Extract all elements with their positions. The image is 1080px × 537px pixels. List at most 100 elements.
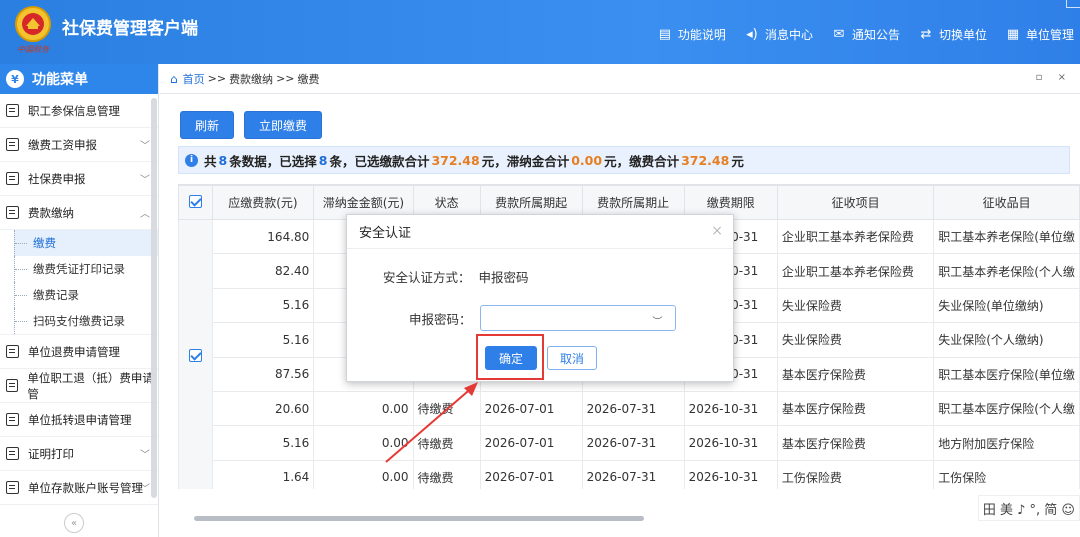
- table-cell: 失业保险(个人缴纳): [933, 322, 1080, 358]
- topnav-item-3[interactable]: ⇄ 切换单位: [918, 26, 987, 43]
- topnav-item-0[interactable]: ▤ 功能说明: [657, 26, 726, 43]
- table-cell: 工伤保险: [933, 459, 1080, 489]
- table-cell: 职工基本养老保险(单位缴: [933, 218, 1080, 255]
- table-cell: 企业职工基本养老保险费: [776, 253, 935, 289]
- close-icon[interactable]: ×: [711, 223, 723, 239]
- table-cell: 2026-07-31: [581, 425, 685, 461]
- chevron-icon: ﹀: [140, 175, 150, 186]
- sidebar-item[interactable]: 费款缴纳 ︿: [0, 196, 158, 230]
- menu-list-icon: [6, 413, 19, 426]
- input-method-tray[interactable]: 田 美 ♪ °, 简 ☺: [977, 495, 1080, 521]
- summary-text: 元，缴费合计: [604, 153, 680, 169]
- sidebar-item[interactable]: 单位退费申请管理: [0, 335, 158, 369]
- table-cell: 2026-07-01: [479, 425, 583, 461]
- submenu-fee-payment: 缴费 缴费凭证打印记录 缴费记录 扫码支付缴费记录: [0, 230, 158, 335]
- info-icon: i: [185, 153, 198, 167]
- summary-text: 元，滞纳金合计: [481, 153, 570, 169]
- refresh-button[interactable]: 刷新: [180, 111, 235, 139]
- auth-method-label: 安全认证方式：: [383, 270, 471, 285]
- menu-list-icon: [6, 206, 19, 219]
- eye-closed-icon[interactable]: ︶: [653, 313, 663, 328]
- row-checkbox[interactable]: [188, 349, 202, 363]
- chevron-icon: ﹀: [140, 450, 150, 461]
- top-navigation: ▤ 功能说明 ◂) 消息中心 ✉ 通知公告 ⇄ 切换单位 ▦ 单位管理: [657, 26, 1074, 43]
- table-cell: 基本医疗保险费: [776, 390, 935, 427]
- sidebar: ¥ 功能菜单 职工参保信息管理 缴费工资申报 ﹀ 社保费申报 ﹀ 费款缴纳 ︿ 缴费 缴费凭证…: [0, 64, 159, 537]
- breadcrumb-level2: 缴费: [297, 72, 320, 86]
- selected-count: 8: [318, 152, 328, 168]
- submenu-item[interactable]: 扫码支付缴费记录: [14, 308, 158, 334]
- table-cell: 基本医疗保险费: [776, 356, 935, 392]
- sidebar-item[interactable]: 单位抵转退申请管理: [0, 403, 158, 437]
- column-header[interactable]: 征收项目: [776, 185, 935, 220]
- table-cell: 2026-07-31: [581, 390, 685, 427]
- table-cell: 2026-10-31: [683, 390, 778, 427]
- table-cell: 待缴费: [412, 459, 481, 489]
- menu-list-icon: [6, 345, 19, 358]
- sidebar-item-label: 单位抵转退申请管理: [28, 412, 132, 427]
- sidebar-item-label: 职工参保信息管理: [28, 103, 120, 118]
- home-icon: ⌂: [170, 71, 178, 86]
- summary-text: 条数据，已选择: [229, 153, 317, 169]
- building-icon: ▦: [1006, 27, 1020, 42]
- breadcrumb-home[interactable]: 首页: [183, 71, 205, 87]
- password-input[interactable]: ︶: [479, 305, 676, 331]
- cancel-button[interactable]: 取消: [547, 346, 597, 370]
- sidebar-item-label: 社保费申报: [28, 171, 86, 186]
- tab-tools[interactable]: ▫ ×: [1036, 72, 1072, 83]
- sidebar-header-label: 功能菜单: [32, 72, 88, 88]
- breadcrumb-level1[interactable]: 费款缴纳: [229, 71, 273, 87]
- pay-now-button[interactable]: 立即缴费: [244, 111, 323, 139]
- table-row[interactable]: 1.64 0.00 待缴费 2026-07-01 2026-07-31 2026-10-3…: [179, 459, 1080, 489]
- emblem-text: 中国税务: [17, 45, 50, 54]
- sidebar-item[interactable]: 证明打印 ﹀: [0, 437, 158, 471]
- horizontal-scrollbar[interactable]: [194, 516, 644, 521]
- breadcrumb-separator: >>: [276, 72, 295, 85]
- collapse-sidebar-button[interactable]: «: [64, 513, 84, 533]
- mail-icon: ✉: [833, 27, 845, 42]
- table-cell: 待缴费: [412, 425, 481, 461]
- app-title: 社保费管理客户端: [62, 19, 198, 39]
- sidebar-scrollbar[interactable]: [151, 98, 157, 498]
- sidebar-item[interactable]: 缴费工资申报 ﹀: [0, 128, 158, 162]
- table-cell: 失业保险费: [776, 322, 935, 358]
- table-cell: 2026-07-01: [479, 459, 583, 489]
- table-cell: 2026-07-31: [581, 459, 685, 489]
- total-count: 8: [218, 152, 228, 168]
- table-cell: 2026-10-31: [683, 459, 778, 489]
- menu-list-icon: [6, 104, 19, 117]
- submenu-item[interactable]: 缴费记录: [14, 282, 158, 308]
- column-header[interactable]: 征收品目: [933, 185, 1080, 220]
- table-cell: 工伤保险费: [776, 459, 935, 489]
- password-label: 申报密码：: [409, 311, 472, 327]
- table-row[interactable]: 5.160.00待缴费2026-07-012026-07-312026-10-3…: [179, 425, 1080, 461]
- switch-icon: ⇄: [920, 27, 932, 42]
- column-header[interactable]: 应缴费款(元): [211, 185, 315, 220]
- sidebar-item-label: 单位职工退（抵）费申请管: [27, 370, 154, 401]
- select-all-checkbox[interactable]: [188, 194, 202, 208]
- auth-method-value: 申报密码: [478, 270, 529, 285]
- submenu-item[interactable]: 缴费凭证打印记录: [14, 256, 158, 282]
- table-cell: 2026-07-01: [479, 390, 583, 427]
- topnav-item-4[interactable]: ▦ 单位管理: [1005, 26, 1074, 43]
- speaker-icon: ◂): [746, 27, 758, 42]
- topnav-label: 功能说明: [677, 28, 726, 42]
- chevron-icon: ︿: [140, 209, 150, 220]
- menu-list-icon: [6, 172, 19, 185]
- table-row[interactable]: 20.60 0.00 待缴费 2026-07-01 2026-07-31 2026-10-…: [179, 390, 1080, 427]
- sidebar-item[interactable]: 单位职工退（抵）费申请管: [0, 369, 158, 403]
- sidebar-item[interactable]: 社保费申报 ﹀: [0, 162, 158, 196]
- topnav-label: 单位管理: [1025, 28, 1074, 42]
- topnav-item-2[interactable]: ✉ 通知公告: [831, 26, 900, 43]
- summary-bar: i 共 8 条数据，已选择 8 条，已选缴款合计 372.48 元，滞纳金合计 …: [178, 146, 1070, 174]
- table-cell: 20.60: [211, 390, 315, 427]
- sidebar-item[interactable]: 职工参保信息管理: [0, 94, 158, 128]
- submenu-item[interactable]: 缴费: [14, 230, 158, 256]
- chevron-icon: ﹀: [140, 484, 150, 495]
- menu-list-icon: [6, 379, 19, 392]
- topnav-item-1[interactable]: ◂) 消息中心: [744, 26, 813, 43]
- sidebar-item-label: 费款缴纳: [28, 205, 74, 220]
- sidebar-item-label: 证明打印: [28, 446, 74, 461]
- toolbar: 刷新 立即缴费: [180, 111, 323, 139]
- sidebar-item[interactable]: 单位存款账户账号管理 ﹀: [0, 471, 158, 505]
